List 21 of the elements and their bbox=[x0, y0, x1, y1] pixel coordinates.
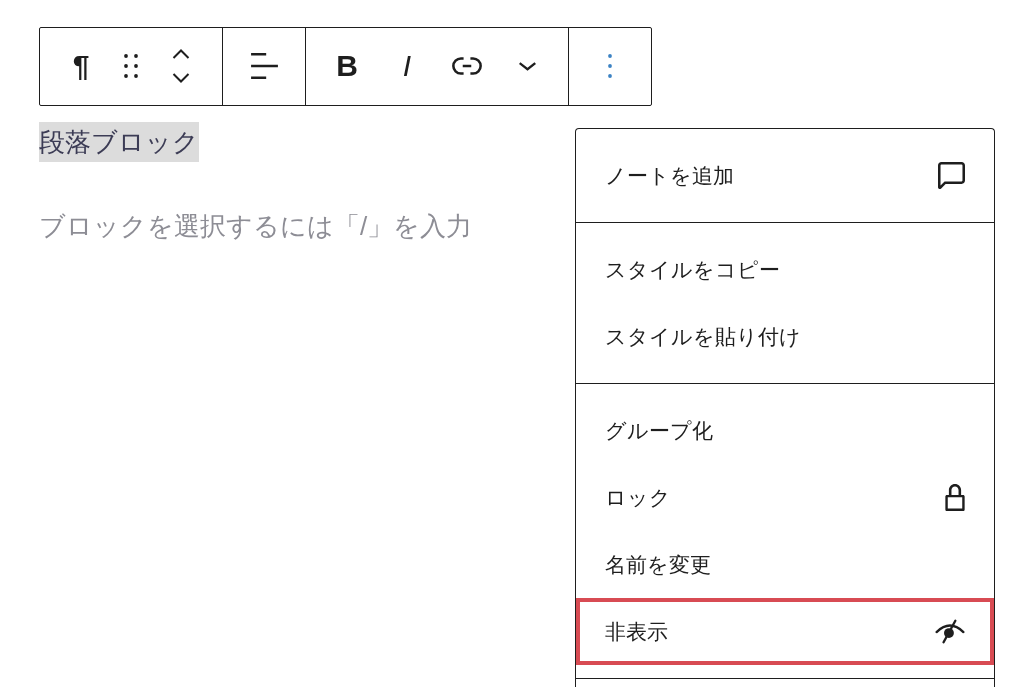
menu-item[interactable]: グループ化 bbox=[576, 397, 994, 464]
chevron-down-icon bbox=[518, 61, 536, 71]
speech-bubble-icon bbox=[938, 162, 965, 189]
align-left-icon bbox=[250, 53, 278, 79]
chevron-up-down-icon bbox=[172, 49, 190, 83]
menu-item[interactable]: 名前を変更 bbox=[576, 531, 994, 598]
menu-item[interactable]: ノートを追加 bbox=[576, 142, 994, 209]
block-type-button[interactable]: ¶ bbox=[56, 28, 106, 104]
eye-slash-icon bbox=[935, 619, 965, 644]
lock-icon bbox=[945, 484, 965, 511]
paragraph-text: 段落ブロック bbox=[39, 122, 199, 162]
menu-item[interactable]: スタイルをコピー bbox=[576, 236, 994, 303]
vertical-dots-icon bbox=[608, 54, 612, 78]
drag-handle-icon bbox=[124, 54, 138, 78]
italic-button[interactable]: I bbox=[382, 28, 432, 104]
link-icon bbox=[452, 57, 482, 75]
menu-item[interactable]: スタイルを貼り付け bbox=[576, 303, 994, 370]
menu-item[interactable]: 非表示 bbox=[576, 598, 994, 665]
empty-block-field[interactable]: ブロックを選択するには「/」を入力 bbox=[39, 208, 519, 244]
menu-item[interactable]: ロック bbox=[576, 464, 994, 531]
bold-button[interactable]: B bbox=[322, 28, 372, 104]
